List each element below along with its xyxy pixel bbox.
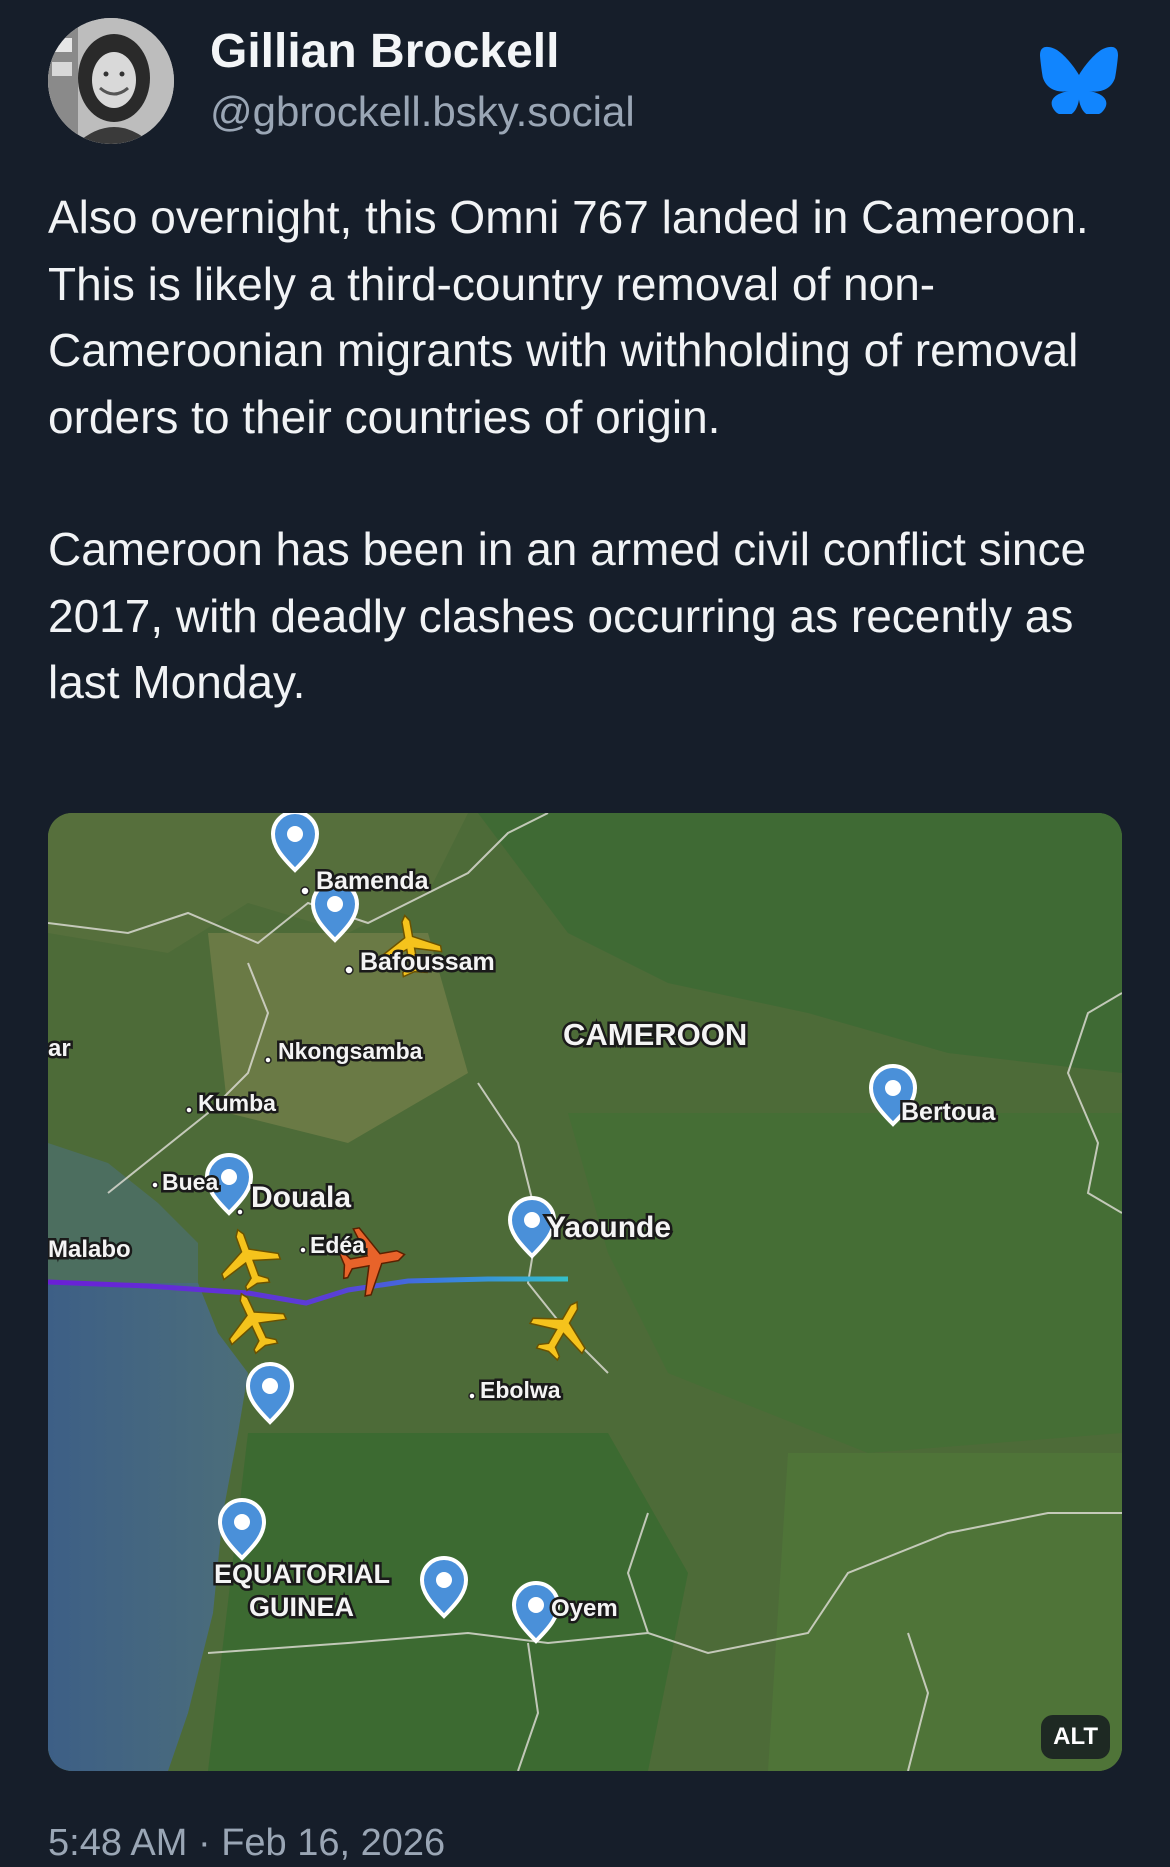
map-label-oyem: Oyem <box>551 1595 618 1622</box>
post-timestamp[interactable]: 5:48 AM · Feb 16, 2026 <box>48 1822 445 1865</box>
map-label-edea: Edéa <box>310 1232 365 1258</box>
map-canvas: Bamenda Bafoussam Nkongsamba Kumba Buea … <box>48 813 1122 1771</box>
map-label-eq-guinea: GUINEA <box>249 1592 354 1622</box>
post-time: 5:48 AM <box>48 1822 188 1864</box>
butterfly-icon[interactable] <box>1040 46 1118 116</box>
author-name[interactable]: Gillian Brockell <box>210 24 559 79</box>
alt-text-button[interactable]: ALT <box>1041 1715 1110 1759</box>
post-text: Also overnight, this Omni 767 landed in … <box>48 184 1128 716</box>
separator: · <box>197 1822 211 1864</box>
avatar[interactable] <box>48 18 174 144</box>
map-label-douala: Douala <box>251 1181 351 1214</box>
avatar-image <box>48 18 174 144</box>
author-handle[interactable]: @gbrockell.bsky.social <box>210 88 635 136</box>
map-label-eq-guinea: EQUATORIAL <box>214 1559 390 1589</box>
map-label-bafoussam: Bafoussam <box>360 948 495 976</box>
map-label-nkongsamba: Nkongsamba <box>278 1038 423 1064</box>
map-label-malabo: Malabo <box>48 1236 131 1263</box>
post-paragraph: Also overnight, this Omni 767 landed in … <box>48 191 1089 443</box>
flight-map-image[interactable]: Bamenda Bafoussam Nkongsamba Kumba Buea … <box>48 813 1122 1771</box>
map-label-bamenda: Bamenda <box>316 867 430 895</box>
post-date: Feb 16, 2026 <box>221 1822 446 1864</box>
map-label-bertoua: Bertoua <box>901 1098 997 1126</box>
map-label-buea: Buea <box>162 1169 218 1195</box>
map-label-yaounde: Yaounde <box>546 1211 671 1244</box>
post-paragraph: Cameroon has been in an armed civil conf… <box>48 523 1087 708</box>
map-label-kumba: Kumba <box>198 1090 276 1116</box>
map-label-edge: ar <box>48 1035 71 1062</box>
map-label-ebolwa: Ebolwa <box>480 1377 561 1403</box>
map-label-country: CAMEROON <box>563 1017 747 1052</box>
